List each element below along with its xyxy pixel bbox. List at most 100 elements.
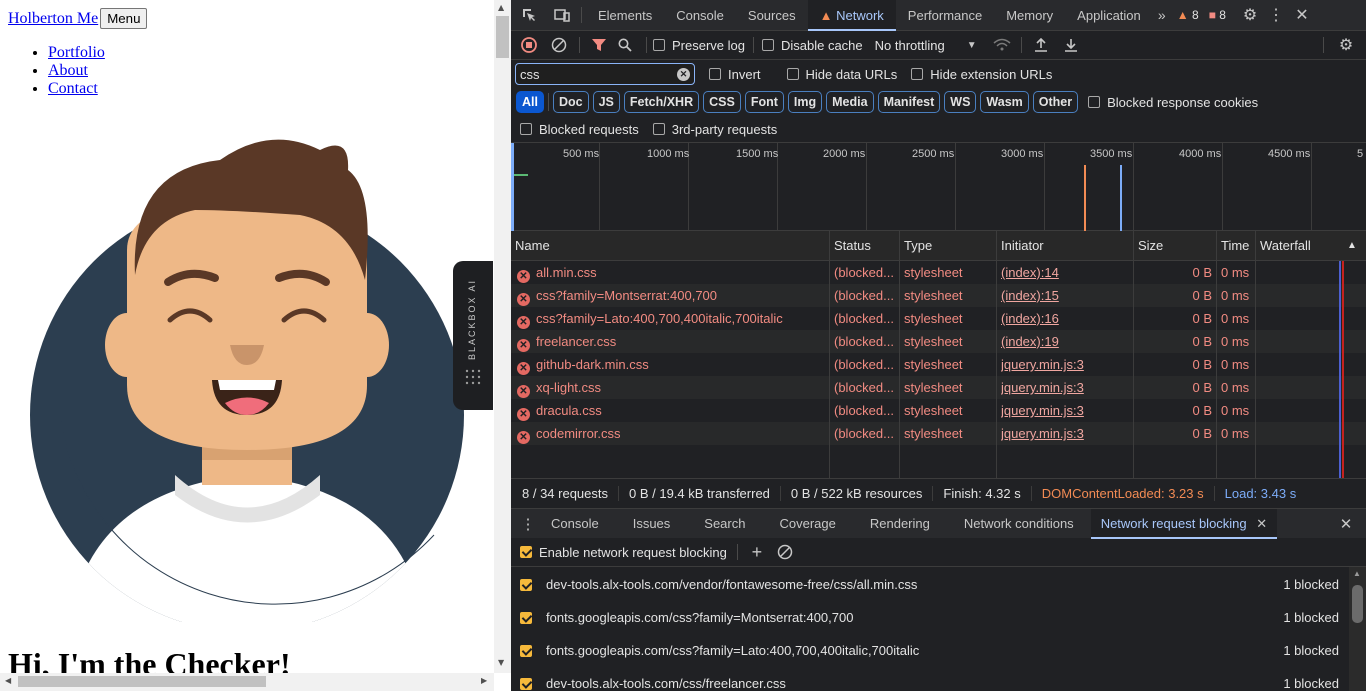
drawer-tab-network-request-blocking[interactable]: Network request blocking ✕	[1090, 508, 1278, 539]
tab-console[interactable]: Console	[664, 0, 736, 31]
menu-button[interactable]: Menu	[100, 8, 148, 29]
tab-application[interactable]: Application	[1065, 0, 1153, 31]
blocked-response-cookies-checkbox[interactable]	[1088, 96, 1101, 108]
type-filter-font[interactable]: Font	[744, 91, 784, 113]
blocked-requests-checkbox[interactable]	[520, 123, 532, 135]
column-divider[interactable]	[829, 231, 830, 478]
drawer-scroll-up-icon[interactable]: ▲	[1353, 569, 1361, 578]
blocked-pattern-checkbox[interactable]	[520, 611, 532, 624]
filter-input[interactable]: css ✕	[515, 63, 695, 85]
page-vertical-scroll-thumb[interactable]	[496, 16, 509, 58]
network-conditions-wifi-icon[interactable]	[991, 31, 1013, 59]
type-filter-doc[interactable]: Doc	[552, 91, 589, 113]
request-name-cell[interactable]: ✕ github-dark.min.css	[517, 353, 827, 376]
errors-counter[interactable]: ■ 8	[1209, 8, 1226, 22]
table-row[interactable]: ✕ codemirror.css (blocked... stylesheet jque…	[511, 422, 1366, 445]
request-initiator-link[interactable]: (index):19	[1001, 330, 1131, 353]
scroll-right-arrow-icon[interactable]: ▶	[481, 676, 487, 685]
search-icon[interactable]	[610, 31, 640, 59]
type-filter-ws[interactable]: WS	[944, 91, 977, 113]
tab-elements[interactable]: Elements	[586, 0, 664, 31]
device-toolbar-icon[interactable]	[547, 0, 577, 31]
invert-checkbox[interactable]	[709, 68, 721, 80]
type-filter-manifest[interactable]: Manifest	[877, 91, 941, 113]
column-time[interactable]: Time	[1217, 231, 1249, 261]
request-initiator-link[interactable]: (index):15	[1001, 284, 1131, 307]
type-filter-other[interactable]: Other	[1032, 91, 1079, 113]
request-name-cell[interactable]: ✕ xq-light.css	[517, 376, 827, 399]
blocked-pattern-checkbox[interactable]	[520, 578, 532, 591]
remove-all-patterns-icon[interactable]	[776, 538, 794, 566]
nav-link-portfolio[interactable]: Portfolio	[48, 44, 105, 61]
nav-link-contact[interactable]: Contact	[48, 80, 98, 97]
table-row[interactable]: ✕ xq-light.css (blocked... stylesheet jquery…	[511, 376, 1366, 399]
request-name-cell[interactable]: ✕ css?family=Lato:400,700,400italic,700it…	[517, 307, 827, 330]
request-name-cell[interactable]: ✕ css?family=Montserrat:400,700	[517, 284, 827, 307]
clear-filter-icon[interactable]: ✕	[677, 67, 690, 81]
blocked-pattern-checkbox[interactable]	[520, 644, 532, 657]
filter-funnel-icon[interactable]	[588, 31, 610, 59]
request-initiator-link[interactable]: jquery.min.js:3	[1001, 353, 1131, 376]
type-filter-all[interactable]: All	[516, 91, 544, 113]
scroll-down-arrow-icon[interactable]: ▼	[498, 658, 504, 667]
column-status[interactable]: Status	[830, 231, 871, 261]
scroll-left-arrow-icon[interactable]: ◀	[5, 676, 11, 685]
inspect-element-icon[interactable]	[511, 0, 547, 31]
request-name-cell[interactable]: ✕ codemirror.css	[517, 422, 827, 445]
column-name[interactable]: Name	[511, 231, 550, 261]
page-horizontal-scroll-thumb[interactable]	[18, 676, 266, 687]
sort-ascending-icon[interactable]: ▲	[1343, 231, 1357, 261]
record-stop-icon[interactable]	[511, 31, 547, 59]
drawer-tab-console[interactable]: Console	[539, 509, 616, 539]
drawer-tab-search[interactable]: Search	[687, 509, 762, 539]
drawer-tab-issues[interactable]: Issues	[616, 509, 688, 539]
column-divider[interactable]	[996, 231, 997, 478]
table-row[interactable]: ✕ github-dark.min.css (blocked... styleshee…	[511, 353, 1366, 376]
request-initiator-link[interactable]: jquery.min.js:3	[1001, 376, 1131, 399]
tab-memory[interactable]: Memory	[994, 0, 1065, 31]
type-filter-css[interactable]: CSS	[703, 91, 741, 113]
tab-performance[interactable]: Performance	[896, 0, 994, 31]
page-horizontal-scrollbar[interactable]: ◀ ▶	[0, 673, 494, 691]
warnings-counter[interactable]: ▲ 8	[1177, 8, 1199, 22]
request-name-cell[interactable]: ✕ dracula.css	[517, 399, 827, 422]
request-name-cell[interactable]: ✕ all.min.css	[517, 261, 827, 284]
blocked-pattern-item[interactable]: fonts.googleapis.com/css?family=Lato:400…	[511, 634, 1351, 667]
throttling-select[interactable]: No throttling ▼	[875, 38, 977, 53]
preserve-log-checkbox[interactable]	[653, 39, 665, 51]
drawer-tab-rendering[interactable]: Rendering	[853, 509, 947, 539]
table-row[interactable]: ✕ css?family=Lato:400,700,400italic,700it…	[511, 307, 1366, 330]
hide-data-urls-checkbox[interactable]	[786, 68, 799, 80]
column-size[interactable]: Size	[1134, 231, 1163, 261]
network-overview-timeline[interactable]: 500 ms 1000 ms 1500 ms 2000 ms 2500 ms 3…	[511, 142, 1366, 231]
nav-link-about[interactable]: About	[48, 62, 88, 79]
column-divider[interactable]	[899, 231, 900, 478]
drawer-tab-network-conditions[interactable]: Network conditions	[947, 509, 1091, 539]
import-har-upload-icon[interactable]	[1030, 31, 1052, 59]
drawer-scrollbar[interactable]: ▲	[1349, 567, 1366, 691]
request-initiator-link[interactable]: jquery.min.js:3	[1001, 422, 1131, 445]
table-row[interactable]: ✕ css?family=Montserrat:400,700 (blocked..…	[511, 284, 1366, 307]
column-waterfall[interactable]: Waterfall	[1256, 231, 1311, 261]
third-party-requests-checkbox[interactable]	[652, 123, 665, 135]
page-vertical-scrollbar[interactable]: ▲ ▼	[494, 0, 511, 673]
type-filter-fetch-xhr[interactable]: Fetch/XHR	[623, 91, 700, 113]
type-filter-media[interactable]: Media	[826, 91, 874, 113]
hide-extension-urls-checkbox[interactable]	[911, 68, 924, 80]
column-divider[interactable]	[1255, 231, 1256, 478]
type-filter-js[interactable]: JS	[592, 91, 620, 113]
blackbox-ai-widget[interactable]: BLACKBOX AI	[453, 261, 493, 410]
type-filter-wasm[interactable]: Wasm	[980, 91, 1029, 113]
table-row[interactable]: ✕ dracula.css (blocked... stylesheet jquery.…	[511, 399, 1366, 422]
column-initiator[interactable]: Initiator	[997, 231, 1044, 261]
column-divider[interactable]	[1133, 231, 1134, 478]
blocked-pattern-item[interactable]: fonts.googleapis.com/css?family=Montserr…	[511, 601, 1351, 634]
column-divider[interactable]	[1216, 231, 1217, 478]
add-pattern-plus-icon[interactable]: +	[748, 538, 766, 566]
drawer-scroll-thumb[interactable]	[1352, 585, 1363, 623]
column-type[interactable]: Type	[900, 231, 932, 261]
table-row[interactable]: ✕ all.min.css (blocked... stylesheet (index)…	[511, 261, 1366, 284]
table-row[interactable]: ✕ freelancer.css (blocked... stylesheet (ind…	[511, 330, 1366, 353]
tab-network[interactable]: ▲ Network	[807, 0, 896, 31]
request-name-cell[interactable]: ✕ freelancer.css	[517, 330, 827, 353]
